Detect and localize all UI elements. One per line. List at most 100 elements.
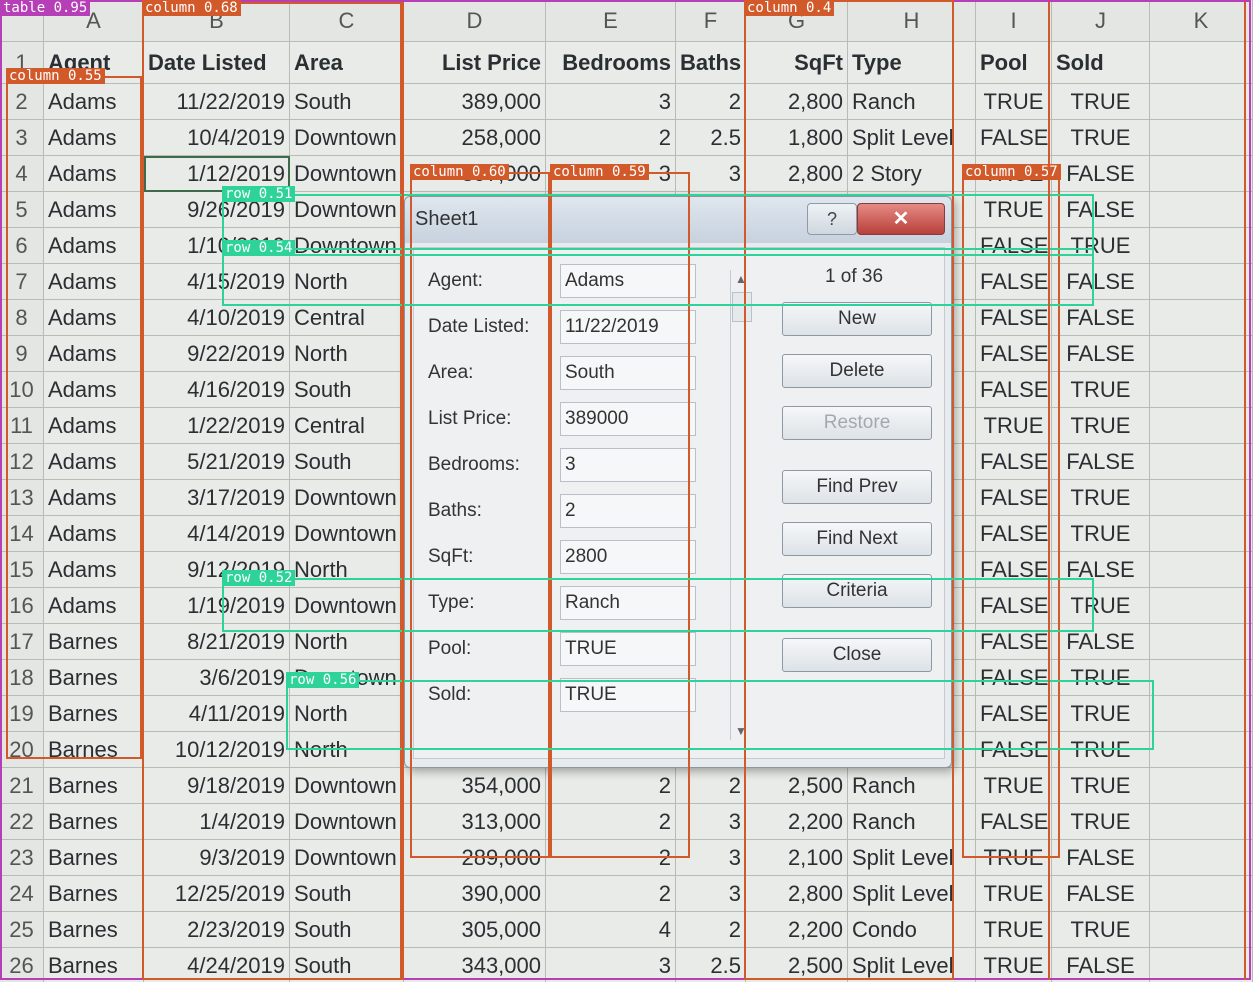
table-cell[interactable]: 3 [676,156,746,192]
table-cell[interactable] [1150,768,1253,804]
table-cell[interactable] [1150,336,1253,372]
table-cell[interactable]: Adams [44,444,144,480]
table-cell[interactable]: North [290,732,404,768]
table-cell[interactable]: 313,000 [404,804,546,840]
table-cell[interactable]: South [290,444,404,480]
scroll-thumb[interactable] [732,292,752,322]
table-cell[interactable]: 3 [676,804,746,840]
field-input[interactable]: 2 [560,494,696,528]
table-cell[interactable] [1150,84,1253,120]
table-cell[interactable]: Barnes [44,732,144,768]
table-cell[interactable]: 2,500 [746,768,848,804]
table-cell[interactable]: 2 [546,840,676,876]
column-header-f[interactable]: F [676,0,746,42]
table-cell[interactable]: Downtown [290,120,404,156]
table-cell[interactable] [1150,444,1253,480]
table-cell[interactable]: 1/4/2019 [144,804,290,840]
table-cell[interactable]: 1/19/2019 [144,588,290,624]
table-cell[interactable]: TRUE [1052,732,1150,768]
row-header[interactable]: 14 [0,516,44,552]
row-header[interactable]: 11 [0,408,44,444]
table-cell[interactable]: 2 [676,84,746,120]
table-cell[interactable]: Downtown [290,480,404,516]
table-cell[interactable]: FALSE [1052,948,1150,982]
table-cell[interactable]: Barnes [44,804,144,840]
table-cell[interactable]: FALSE [976,624,1052,660]
table-cell[interactable]: Downtown [290,804,404,840]
row-header[interactable]: 21 [0,768,44,804]
table-cell[interactable]: North [290,264,404,300]
table-cell[interactable]: Split Level [848,876,976,912]
row-header[interactable]: 18 [0,660,44,696]
table-cell[interactable]: Adams [44,264,144,300]
table-cell[interactable]: 3 [546,948,676,982]
column-header-h[interactable]: H [848,0,976,42]
table-cell[interactable]: 2/23/2019 [144,912,290,948]
table-cell[interactable]: TRUE [1052,516,1150,552]
row-header[interactable]: 12 [0,444,44,480]
table-cell[interactable]: Barnes [44,624,144,660]
table-cell[interactable]: FALSE [976,372,1052,408]
table-cell[interactable]: 3/17/2019 [144,480,290,516]
table-cell[interactable]: South [290,912,404,948]
table-cell[interactable]: Downtown [290,768,404,804]
table-cell[interactable]: Ranch [848,768,976,804]
row-header[interactable]: 4 [0,156,44,192]
header-cell[interactable]: Bedrooms [546,42,676,84]
table-cell[interactable]: Ranch [848,84,976,120]
header-cell[interactable]: Area [290,42,404,84]
table-cell[interactable]: FALSE [1052,552,1150,588]
table-cell[interactable]: North [290,552,404,588]
table-cell[interactable]: Downtown [290,840,404,876]
table-cell[interactable]: 4/15/2019 [144,264,290,300]
table-cell[interactable] [1150,192,1253,228]
table-cell[interactable]: Adams [44,588,144,624]
table-cell[interactable]: Condo [848,912,976,948]
table-cell[interactable]: 305,000 [404,912,546,948]
table-cell[interactable]: FALSE [976,444,1052,480]
row-header[interactable]: 17 [0,624,44,660]
dialog-titlebar[interactable]: Sheet1 ? ✕ [405,197,951,243]
table-cell[interactable] [1150,120,1253,156]
table-cell[interactable]: 4/16/2019 [144,372,290,408]
table-cell[interactable] [1150,696,1253,732]
row-header[interactable]: 19 [0,696,44,732]
table-cell[interactable]: Adams [44,372,144,408]
table-cell[interactable]: 3/6/2019 [144,660,290,696]
table-cell[interactable]: South [290,876,404,912]
field-input[interactable]: 2800 [560,540,696,574]
table-cell[interactable]: TRUE [976,876,1052,912]
select-all-corner[interactable] [0,0,44,42]
field-input[interactable]: TRUE [560,632,696,666]
criteria-button[interactable]: Criteria [782,574,932,608]
table-cell[interactable]: Adams [44,228,144,264]
table-cell[interactable]: 343,000 [404,948,546,982]
table-cell[interactable]: FALSE [976,588,1052,624]
table-cell[interactable]: South [290,948,404,982]
table-cell[interactable]: FALSE [1052,840,1150,876]
table-cell[interactable]: 9/22/2019 [144,336,290,372]
scroll-up-icon[interactable]: ▲ [735,272,747,286]
table-cell[interactable]: TRUE [1052,804,1150,840]
table-cell[interactable] [1150,804,1253,840]
row-header[interactable]: 6 [0,228,44,264]
table-cell[interactable]: FALSE [976,804,1052,840]
table-cell[interactable]: Adams [44,552,144,588]
column-header-g[interactable]: G [746,0,848,42]
table-cell[interactable]: TRUE [976,912,1052,948]
delete-button[interactable]: Delete [782,354,932,388]
row-header[interactable]: 5 [0,192,44,228]
table-cell[interactable]: Barnes [44,912,144,948]
table-cell[interactable]: Adams [44,120,144,156]
table-cell[interactable]: Downtown [290,228,404,264]
table-cell[interactable]: North [290,336,404,372]
row-header[interactable]: 25 [0,912,44,948]
table-cell[interactable]: Split Level [848,948,976,982]
table-cell[interactable]: Central [290,408,404,444]
close-button[interactable]: Close [782,638,932,672]
table-cell[interactable]: 3 [676,876,746,912]
table-cell[interactable]: 2 [546,876,676,912]
table-cell[interactable]: 2 [676,768,746,804]
table-cell[interactable] [1150,264,1253,300]
table-cell[interactable]: TRUE [976,84,1052,120]
